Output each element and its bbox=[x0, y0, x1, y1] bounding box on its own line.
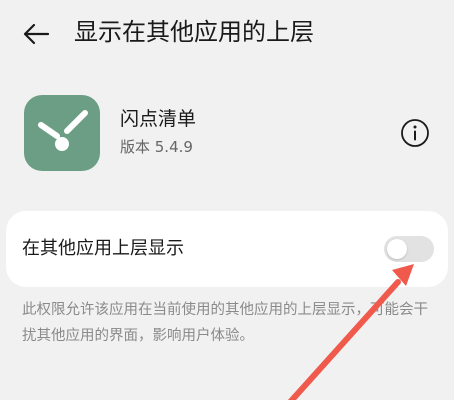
header: 显示在其他应用的上层 bbox=[0, 0, 454, 68]
app-info-row: 闪点清单 版本 5.4.9 bbox=[0, 88, 454, 178]
permission-description: 此权限允许该应用在当前使用的其他应用的上层显示，可能会干扰其他应用的界面，影响用… bbox=[22, 302, 428, 344]
app-info-button[interactable] bbox=[399, 117, 431, 149]
toggle-knob bbox=[387, 239, 407, 259]
overlay-permission-card: 在其他应用上层显示 bbox=[6, 211, 448, 287]
overlay-permission-toggle[interactable] bbox=[384, 236, 434, 262]
back-button[interactable] bbox=[18, 16, 54, 52]
page-title: 显示在其他应用的上层 bbox=[74, 18, 314, 46]
overlay-permission-label: 在其他应用上层显示 bbox=[22, 238, 184, 259]
app-name: 闪点清单 bbox=[120, 108, 197, 130]
back-arrow-icon bbox=[23, 23, 50, 45]
info-icon bbox=[401, 119, 429, 147]
app-icon bbox=[24, 95, 100, 171]
app-version: 版本 5.4.9 bbox=[120, 138, 193, 156]
